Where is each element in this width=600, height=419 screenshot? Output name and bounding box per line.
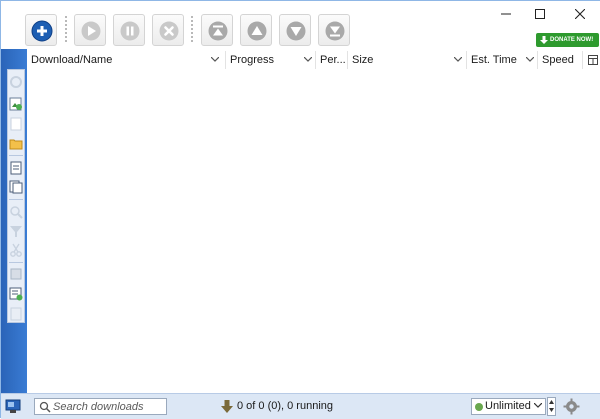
move-up-icon [247, 21, 267, 41]
column-header-size[interactable]: Size [348, 49, 466, 71]
toolbar: DONATE NOW! [1, 1, 600, 49]
add-circle-icon [31, 20, 53, 42]
document-edit-icon[interactable] [9, 161, 23, 175]
play-icon [81, 21, 101, 41]
refresh-icon[interactable] [9, 75, 23, 89]
speed-limit-stepper[interactable] [547, 397, 556, 416]
column-header-progress[interactable]: Progress [226, 49, 315, 71]
speed-limit-select[interactable]: Unlimited [471, 398, 546, 415]
chevron-down-icon[interactable] [211, 57, 219, 62]
search-icon[interactable] [9, 205, 23, 219]
close-button[interactable] [563, 1, 597, 27]
column-separator[interactable] [582, 51, 583, 69]
toolbar-separator [65, 16, 67, 42]
column-label: Est. Time [471, 54, 517, 66]
toolbar-separator [191, 16, 193, 42]
column-label: Progress [230, 54, 275, 66]
search-input[interactable] [53, 399, 163, 414]
chevron-down-icon[interactable] [534, 403, 542, 408]
donate-button[interactable]: DONATE NOW! [536, 33, 599, 47]
image-add-icon[interactable] [9, 97, 23, 111]
status-bar: 0 of 0 (0), 0 running Unlimited [1, 393, 600, 419]
move-down-button[interactable] [279, 14, 311, 46]
column-label: Speed [542, 54, 574, 66]
column-label: Per... [320, 54, 346, 66]
move-top-icon [208, 21, 228, 41]
download-arrow-icon [221, 400, 233, 413]
column-label: Size [352, 54, 374, 66]
search-box[interactable] [34, 398, 167, 415]
minimize-icon [501, 13, 511, 15]
move-bottom-icon [325, 21, 345, 41]
chevron-down-icon[interactable] [304, 57, 312, 62]
sidebar-divider [9, 262, 23, 263]
summary-text: 0 of 0 (0), 0 running [237, 400, 334, 412]
copy-icon[interactable] [9, 267, 23, 281]
chevron-down-icon[interactable] [526, 57, 534, 62]
speed-status-icon [475, 403, 483, 411]
stop-button[interactable] [152, 14, 184, 46]
move-top-button[interactable] [201, 14, 233, 46]
pause-button[interactable] [113, 14, 145, 46]
maximize-button[interactable] [523, 1, 557, 27]
spinner-arrows-icon [549, 400, 554, 412]
donate-label: DONATE NOW! [550, 37, 594, 43]
maximize-icon [535, 9, 545, 19]
move-bottom-button[interactable] [318, 14, 350, 46]
search-icon [39, 401, 51, 413]
chevron-down-icon[interactable] [454, 57, 462, 62]
pause-icon [120, 21, 140, 41]
tray-icon[interactable] [5, 398, 23, 416]
add-button[interactable] [25, 14, 57, 46]
column-header-percent[interactable]: Per... [316, 49, 347, 71]
column-header-name[interactable]: Download/Name [27, 49, 225, 71]
list-icon[interactable] [9, 307, 23, 321]
close-icon [575, 9, 585, 19]
move-down-icon [286, 21, 306, 41]
download-list[interactable] [27, 71, 600, 393]
minimize-button[interactable] [489, 1, 523, 27]
document-icon[interactable] [9, 117, 23, 131]
app-window: DONATE NOW! Download/Name Progress Per..… [0, 0, 600, 419]
filter-icon[interactable] [9, 224, 23, 238]
sidebar-divider [9, 155, 23, 156]
download-arrow-icon [540, 36, 548, 44]
column-chooser-icon[interactable] [588, 55, 598, 65]
column-header-est-time[interactable]: Est. Time [467, 49, 537, 71]
stop-icon [159, 21, 179, 41]
download-list-header: Download/Name Progress Per... Size Est. … [27, 49, 600, 72]
sidebar [1, 49, 27, 393]
gear-icon[interactable] [563, 398, 580, 415]
move-up-button[interactable] [240, 14, 272, 46]
column-header-speed[interactable]: Speed [538, 49, 582, 71]
scissors-icon[interactable] [9, 243, 23, 257]
sidebar-divider [9, 199, 23, 200]
document-copy-icon[interactable] [9, 180, 23, 194]
resume-button[interactable] [74, 14, 106, 46]
speed-limit-value: Unlimited [485, 400, 531, 412]
folder-icon[interactable] [9, 137, 23, 151]
column-label: Download/Name [31, 54, 113, 66]
list-add-icon[interactable] [9, 287, 23, 301]
